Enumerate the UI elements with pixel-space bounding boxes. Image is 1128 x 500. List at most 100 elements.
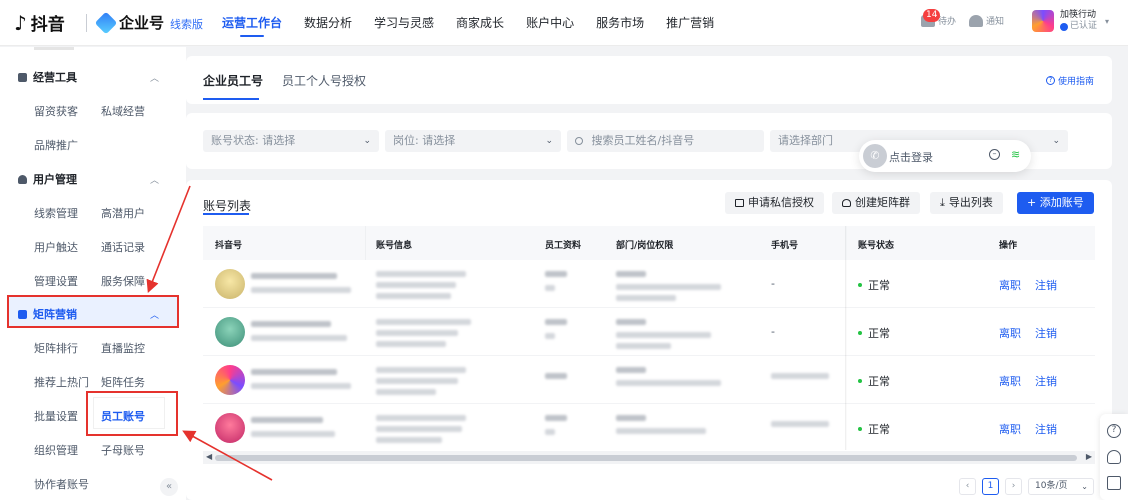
sidebar-item-user-reach[interactable]: 用户触达 (34, 239, 78, 255)
deregister-link[interactable]: 注销 (1035, 421, 1057, 437)
add-account-button[interactable]: + 添加账号 (1017, 192, 1094, 214)
nav-merchant-growth[interactable]: 商家成长 (456, 0, 504, 46)
post-select[interactable]: 岗位: 请选择 ⌄ (385, 130, 561, 152)
sidebar-item-matrix-rank[interactable]: 矩阵排行 (34, 340, 78, 356)
next-page-button[interactable]: › (1005, 478, 1022, 495)
resign-link[interactable]: 离职 (999, 421, 1021, 437)
feedback-icon[interactable] (1107, 476, 1121, 490)
status-dot (858, 331, 862, 335)
verified-status: 已认证 (1060, 21, 1097, 32)
chevron-up-icon[interactable]: ︿ (150, 173, 159, 186)
sidebar-item-live-monitor[interactable]: 直播监控 (101, 340, 145, 356)
blurred-dept (616, 367, 646, 373)
sidebar-item-collaborators[interactable]: 协作者账号 (34, 476, 89, 492)
resign-link[interactable]: 离职 (999, 373, 1021, 389)
sidebar-item-brand-promo[interactable]: 品牌推广 (34, 137, 78, 153)
sidebar-group-users[interactable]: 用户管理 (18, 171, 77, 187)
cube-logo-icon (94, 11, 118, 34)
blurred-info (376, 426, 462, 432)
table-row: 正常 离职 注销 (203, 356, 1095, 404)
sidebar-item-matrix-tasks[interactable]: 矩阵任务 (101, 374, 145, 390)
wifi-icon: ≋ (1011, 148, 1021, 161)
sidebar-item-service-guarantee[interactable]: 服务保障 (101, 273, 145, 289)
nav-service-market[interactable]: 服务市场 (596, 0, 644, 46)
horizontal-scrollbar[interactable]: ◀ ▶ (203, 452, 1095, 464)
user-icon (18, 174, 27, 184)
phone-cell: - (771, 277, 775, 290)
headset-icon[interactable] (1107, 450, 1121, 464)
deregister-link[interactable]: 注销 (1035, 277, 1057, 293)
nav-account-center[interactable]: 账户中心 (526, 0, 574, 46)
question-icon[interactable]: ? (1107, 424, 1121, 438)
blurred-id (251, 287, 351, 293)
resign-link[interactable]: 离职 (999, 325, 1021, 341)
sidebar-group-ops[interactable]: 经营工具 (18, 69, 77, 85)
scroll-left-icon[interactable]: ◀ (206, 452, 212, 461)
phone-cell: - (771, 325, 775, 338)
blurred-profile (545, 285, 555, 291)
collapse-sidebar-button[interactable]: « (160, 478, 178, 496)
resign-link[interactable]: 离职 (999, 277, 1021, 293)
apply-dm-auth-button[interactable]: 申请私信授权 (725, 192, 824, 214)
page-size-select[interactable]: 10条/页 ⌄ (1028, 478, 1094, 495)
blurred-name (251, 273, 337, 279)
floating-login-widget[interactable]: ✆ 点击登录 – ≋ (859, 140, 1031, 172)
sidebar-item-private-domain[interactable]: 私域经营 (101, 103, 145, 119)
export-list-button[interactable]: ⤓ 导出列表 (930, 192, 1003, 214)
status-badge: 正常 (858, 325, 890, 341)
douyin-logo[interactable]: ♪ 抖音 (14, 10, 65, 36)
blurred-info (376, 330, 458, 336)
nav-promotion[interactable]: 推广营销 (666, 0, 714, 46)
nav-learning[interactable]: 学习与灵感 (374, 0, 434, 46)
deregister-link[interactable]: 注销 (1035, 373, 1057, 389)
scroll-right-icon[interactable]: ▶ (1086, 452, 1092, 461)
account-menu[interactable]: 加筷行动 已认证 ▾ (1032, 10, 1109, 32)
chevron-down-icon: ⌄ (1052, 136, 1060, 146)
sidebar-item-leads-mgmt[interactable]: 线索管理 (34, 205, 78, 221)
prev-page-button[interactable]: ‹ (959, 478, 976, 495)
qiye-logo[interactable]: 企业号 (94, 11, 164, 34)
table-header: 抖音号 账号信息 员工资料 部门/岗位权限 手机号 账号状态 操作 (203, 226, 1095, 260)
sidebar-item-org-mgmt[interactable]: 组织管理 (34, 442, 78, 458)
deregister-link[interactable]: 注销 (1035, 325, 1057, 341)
minimize-icon[interactable]: – (989, 149, 1000, 160)
employee-search-input[interactable]: 搜索员工姓名/抖音号 (567, 130, 764, 152)
blurred-info (376, 341, 446, 347)
sidebar-scroll-clip (34, 47, 74, 50)
blurred-name (251, 321, 331, 327)
col-account-info: 账号信息 (376, 241, 413, 251)
sidebar-item-call-records[interactable]: 通话记录 (101, 239, 145, 255)
tab-personal-auth[interactable]: 员工个人号授权 (282, 72, 366, 89)
blurred-id (251, 431, 335, 437)
tab-active-indicator (203, 98, 259, 100)
chevron-up-icon[interactable]: ︿ (150, 71, 159, 84)
chevron-down-icon: ⌄ (545, 136, 553, 146)
nav-ops-workbench[interactable]: 运营工作台 (222, 0, 282, 46)
scroll-thumb[interactable] (215, 455, 1077, 461)
tab-employee-accounts[interactable]: 企业员工号 (203, 72, 263, 89)
blurred-info (376, 378, 458, 384)
page-1-button[interactable]: 1 (982, 478, 999, 495)
sidebar-item-parent-child[interactable]: 子母账号 (101, 442, 145, 458)
notice-button[interactable]: 通知 (969, 14, 1004, 27)
status-dot (858, 379, 862, 383)
account-status-select[interactable]: 账号状态: 请选择 ⌄ (203, 130, 379, 152)
blurred-info (376, 282, 456, 288)
col-employee-profile: 员工资料 (545, 241, 582, 251)
nav-data-analysis[interactable]: 数据分析 (304, 0, 352, 46)
guide-link[interactable]: ? 使用指南 (1045, 74, 1094, 87)
status-badge: 正常 (858, 373, 890, 389)
create-matrix-group-button[interactable]: 创建矩阵群 (832, 192, 920, 214)
col-dept-permission: 部门/岗位权限 (616, 241, 674, 251)
blurred-id (251, 335, 347, 341)
table-row: - 正常 离职 注销 (203, 260, 1095, 308)
blurred-profile (545, 415, 567, 421)
sidebar-item-leads-capture[interactable]: 留资获客 (34, 103, 78, 119)
sidebar-item-hot-recommend[interactable]: 推荐上热门 (34, 374, 89, 390)
blurred-phone (771, 373, 829, 379)
chevron-down-icon: ⌄ (1081, 482, 1088, 491)
sidebar-item-high-potential[interactable]: 高潜用户 (101, 205, 145, 221)
sidebar-item-settings[interactable]: 管理设置 (34, 273, 78, 289)
chevron-down-icon: ▾ (1105, 16, 1110, 26)
sidebar-item-batch-settings[interactable]: 批量设置 (34, 408, 78, 424)
